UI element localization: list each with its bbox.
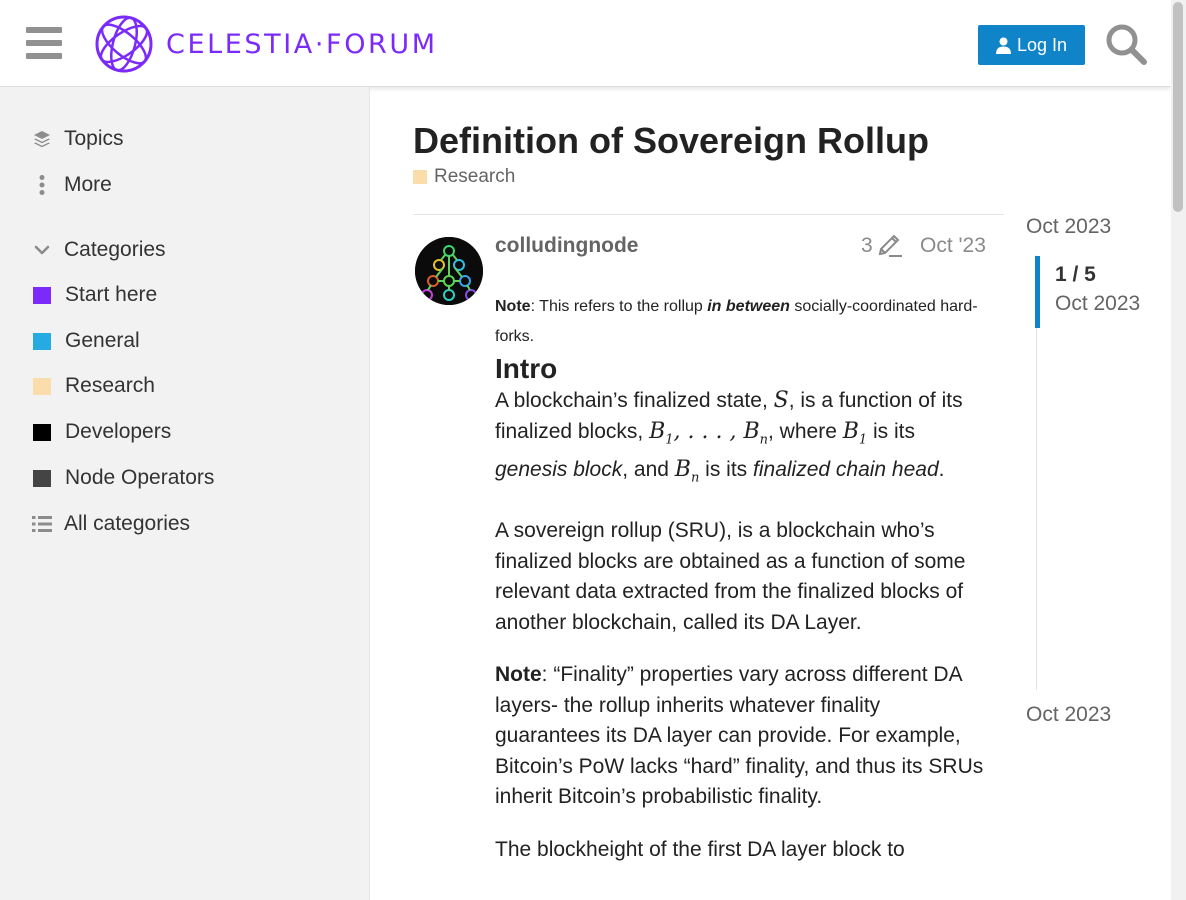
sidebar-item-label: General [65,329,140,352]
sidebar-item-more[interactable]: More [32,170,112,200]
text: is its [699,458,754,482]
sidebar [0,87,370,900]
note-text: : This refers to the rollup [530,298,708,315]
category-color-swatch [33,377,51,395]
sidebar-item-start-here[interactable]: Start here [32,280,157,310]
chevron-down-icon [32,240,52,260]
scrollbar-thumb[interactable] [1173,2,1183,212]
math-subscript: 1 [858,431,868,447]
topic-divider [413,214,1004,215]
post-paragraph: A sovereign rollup (SRU), is a blockchai… [495,519,966,634]
emphasis: finalized chain head [753,458,939,482]
categories-heading: Categories [64,238,166,261]
sidebar-item-label: More [64,173,112,196]
timeline-scroll-handle[interactable] [1035,256,1040,328]
list-icon [32,514,52,534]
timeline-position: 1 / 5 [1055,263,1096,286]
math-symbol: B [649,418,666,444]
category-color-swatch [33,423,51,441]
math-symbol: S [773,388,789,413]
sidebar-item-label: Research [65,374,155,397]
emphasis: genesis block [495,458,623,482]
site-logo[interactable]: CELESTIA·FORUM [94,14,438,74]
post-paragraph: A blockchain’s finalized state, S, is a … [495,386,991,494]
post-note: Note: This refers to the rollup in betwe… [495,292,991,352]
sidebar-item-label: All categories [64,512,191,535]
layers-icon [32,129,52,149]
text: : “Finality” properties vary across diff… [495,663,984,809]
post-body: Note: This refers to the rollup in betwe… [495,292,991,865]
sidebar-item-research[interactable]: Research [32,371,155,401]
site-header: CELESTIA·FORUM Log In [0,0,1171,87]
text: A blockchain’s finalized state, [495,389,774,412]
hamburger-menu-icon[interactable] [26,27,62,59]
note-label: Note [495,663,542,687]
math-symbol: , . . . , B [673,418,760,444]
sidebar-item-topics[interactable]: Topics [32,124,124,154]
intro-heading: Intro [495,353,558,384]
pencil-icon [878,235,902,257]
category-color-swatch [33,286,51,304]
sidebar-item-label: Start here [65,283,158,306]
sidebar-item-all-categories[interactable]: All categories [32,509,190,539]
post-date[interactable]: Oct '23 [920,234,986,258]
math-expression: Bn [674,457,700,485]
edit-count: 3 [861,234,873,257]
math-subscript: 1 [665,431,674,447]
celestia-logo-icon [95,15,153,73]
sidebar-item-node-operators[interactable]: Node Operators [32,463,214,493]
post-paragraph: The blockheight of the first DA layer bl… [495,837,905,861]
post-edit-history[interactable]: 3 [861,234,903,258]
text: , and [622,458,675,482]
topic-category-label: Research [434,166,516,187]
sidebar-item-developers[interactable]: Developers [32,417,171,447]
logo-text: CELESTIA·FORUM [166,28,438,60]
vertical-ellipsis-icon [32,175,52,195]
post-paragraph: Note: “Finality” properties vary across … [495,660,991,813]
category-color-swatch [413,170,427,184]
timeline-end-date[interactable]: Oct 2023 [1026,703,1111,727]
math-symbol: B [842,418,859,444]
note-label: Note [495,298,531,315]
topic-title[interactable]: Definition of Sovereign Rollup [413,120,929,162]
text: is its [867,419,916,443]
math-symbol: B [674,457,691,483]
text: , where [768,419,843,443]
search-icon[interactable] [1104,22,1148,66]
math-subscript: n [759,431,769,447]
math-expression: B1, . . . , Bn [649,418,769,447]
avatar[interactable] [415,237,483,305]
sidebar-item-general[interactable]: General [32,326,140,356]
timeline-current-date: Oct 2023 [1055,292,1141,315]
categories-toggle[interactable]: Categories [32,235,166,265]
math-expression: B1 [842,418,868,447]
login-button[interactable]: Log In [978,25,1085,65]
category-color-swatch [33,332,51,350]
user-icon [995,37,1011,54]
topic-category-badge[interactable]: Research [413,166,515,188]
timeline-start-date[interactable]: Oct 2023 [1026,215,1111,239]
post-author[interactable]: colludingnode [495,234,638,258]
sidebar-item-label: Topics [64,127,124,150]
sidebar-item-label: Developers [65,420,172,443]
note-emphasis: in between [707,298,790,315]
sidebar-item-label: Node Operators [65,466,215,489]
category-color-swatch [33,469,51,487]
login-label: Log In [1016,34,1068,55]
text: . [938,458,945,482]
